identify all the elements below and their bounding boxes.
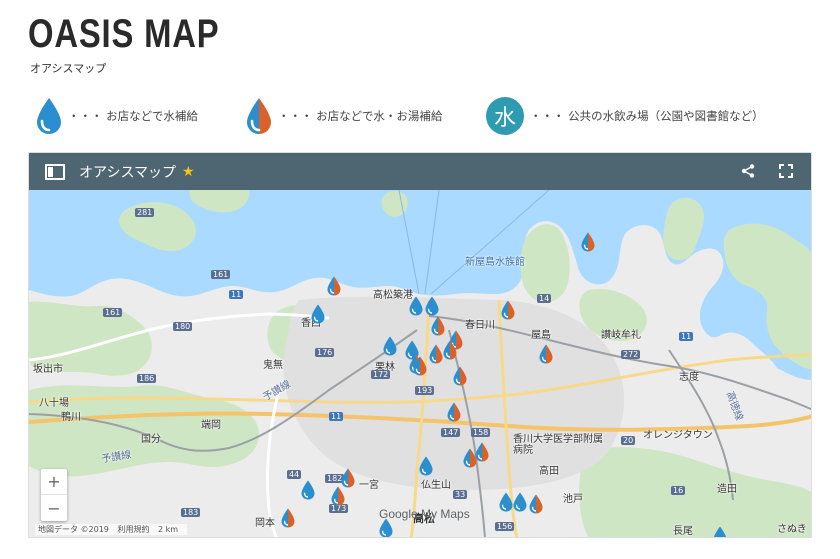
blue-water-pin[interactable] — [513, 492, 527, 512]
route-shield: 281 — [135, 208, 155, 217]
map-canvas[interactable]: 新屋島水族館 高松築港 春日川 屋島 讃岐牟礼 坂出市 八十場 鴨川 鬼無 国分… — [29, 190, 811, 538]
route-shield: 183 — [181, 508, 201, 517]
blue-orange-water-pin[interactable] — [431, 316, 445, 336]
blue-orange-drop-icon — [247, 98, 271, 134]
route-shield: 33 — [453, 490, 468, 499]
route-shield: 161 — [211, 270, 231, 279]
map-attribution: 地図データ ©2019 利用規約 2 km — [35, 524, 188, 535]
page-subtitle: オアシスマップ — [30, 62, 107, 75]
zoom-out-button[interactable]: − — [41, 495, 67, 521]
blue-water-pin[interactable] — [419, 456, 433, 476]
place-label-sakaide: 坂出市 — [33, 364, 63, 375]
page-title: OASIS MAP — [28, 12, 220, 56]
route-shield: 158 — [471, 428, 491, 437]
legend-item-blue: ・・・ お店などで水補給 — [36, 96, 198, 136]
legend-text-public: ・・・ 公共の水飲み場（公園や図書館など） — [530, 109, 764, 123]
place-label-busshozan: 仏生山 — [421, 480, 451, 491]
zoom-control: + − — [41, 469, 67, 521]
route-shield: 11 — [229, 290, 244, 299]
blue-orange-water-pin[interactable] — [447, 402, 461, 422]
place-label-sanuki: さぬき — [777, 524, 807, 535]
place-label-yashima: 屋島 — [531, 330, 551, 341]
blue-orange-water-pin[interactable] — [429, 344, 443, 364]
blue-water-pin[interactable] — [713, 526, 727, 538]
urban — [283, 296, 624, 490]
fullscreen-icon[interactable] — [779, 164, 793, 178]
share-icon[interactable] — [741, 164, 755, 178]
blue-orange-water-pin[interactable] — [529, 494, 543, 514]
place-label-zoda: 造田 — [717, 484, 737, 495]
map-header: オアシスマップ ★ — [29, 153, 811, 190]
yashima-peninsula — [520, 224, 570, 303]
blue-orange-water-pin[interactable] — [327, 276, 341, 296]
blue-water-pin[interactable] — [499, 492, 513, 512]
legend-text-blue: ・・・ お店などで水補給 — [68, 109, 198, 123]
legend-item-blue-orange: ・・・ お店などで水・お湯補給 — [246, 96, 442, 136]
map-title: オアシスマップ — [79, 164, 177, 181]
place-label-takada: 高田 — [539, 466, 559, 477]
google-logo: Google My Maps — [379, 507, 470, 521]
blue-water-pin[interactable] — [409, 296, 423, 316]
embedded-map[interactable]: オアシスマップ ★ 新屋島水族館 高松築港 春日川 屋島 讃岐牟礼 坂出市 八十… — [28, 152, 812, 538]
place-label-kasuga: 春日川 — [465, 320, 495, 331]
place-label-takamatsu-port: 高松築港 — [373, 290, 413, 301]
map-data-copyright: 地図データ ©2019 — [38, 525, 109, 534]
place-label-kinashi: 鬼無 — [263, 360, 283, 371]
blue-orange-water-pin[interactable] — [581, 232, 595, 252]
route-shield: 147 — [441, 428, 461, 437]
blue-orange-water-pin[interactable] — [475, 442, 489, 462]
place-label-shido: 志度 — [679, 372, 699, 383]
terms-link[interactable]: 利用規約 — [117, 525, 149, 534]
route-shield: 20 — [621, 436, 636, 445]
route-shield: 11 — [679, 332, 694, 341]
place-label-okamoto: 岡本 — [255, 518, 275, 529]
route-shield: 272 — [621, 350, 641, 359]
place-label-ikenobe: 池戸 — [563, 494, 583, 505]
place-label-ichinomiya: 一宮 — [359, 480, 379, 491]
legend-item-public: 水 ・・・ 公共の水飲み場（公園や図書館など） — [486, 96, 764, 136]
star-icon[interactable]: ★ — [182, 164, 195, 180]
blue-orange-water-pin[interactable] — [331, 486, 345, 506]
blue-orange-water-pin[interactable] — [501, 300, 515, 320]
sidebar-toggle-icon[interactable] — [45, 163, 65, 180]
blue-water-pin[interactable] — [301, 480, 315, 500]
legend-text-blue-orange: ・・・ お店などで水・お湯補給 — [278, 109, 443, 123]
route-shield: 44 — [287, 470, 302, 479]
place-label-aquarium: 新屋島水族館 — [465, 257, 525, 268]
place-label-hashioka: 端岡 — [201, 420, 221, 431]
place-label-hachiman: 八十場 — [39, 398, 69, 409]
route-shield: 176 — [315, 348, 335, 357]
route-shield: 14 — [537, 294, 552, 303]
place-label-nagao: 長尾 — [673, 526, 693, 537]
route-shield: 16 — [671, 486, 686, 495]
blue-orange-water-pin[interactable] — [413, 356, 427, 376]
scale-label: 2 km — [158, 525, 179, 534]
place-label-kamogawa: 鴨川 — [61, 412, 81, 423]
route-shield: 11 — [329, 412, 344, 421]
route-shield: 172 — [371, 370, 391, 379]
place-label-kokubu: 国分 — [141, 434, 161, 445]
place-label-kagawa-univ: 香川大学医学部附属病院 — [513, 434, 603, 456]
route-shield: 161 — [103, 308, 123, 317]
route-shield: 156 — [495, 522, 515, 531]
blue-water-pin[interactable] — [425, 296, 439, 316]
place-label-orange-town: オレンジタウン — [643, 430, 713, 441]
blue-orange-water-pin[interactable] — [341, 468, 355, 488]
blue-drop-icon — [37, 98, 61, 134]
water-kanji-icon: 水 — [486, 97, 524, 135]
blue-orange-water-pin[interactable] — [443, 340, 457, 360]
blue-water-pin[interactable] — [379, 518, 393, 538]
blue-orange-water-pin[interactable] — [453, 366, 467, 386]
blue-water-pin[interactable] — [311, 304, 325, 324]
zoom-in-button[interactable]: + — [41, 469, 67, 495]
blue-orange-water-pin[interactable] — [281, 508, 295, 528]
route-shield: 186 — [137, 374, 157, 383]
route-shield: 193 — [415, 386, 435, 395]
place-label-sanuki-mure: 讃岐牟礼 — [601, 330, 641, 341]
blue-orange-water-pin[interactable] — [539, 344, 553, 364]
blue-water-pin[interactable] — [383, 336, 397, 356]
route-shield: 180 — [173, 322, 193, 331]
